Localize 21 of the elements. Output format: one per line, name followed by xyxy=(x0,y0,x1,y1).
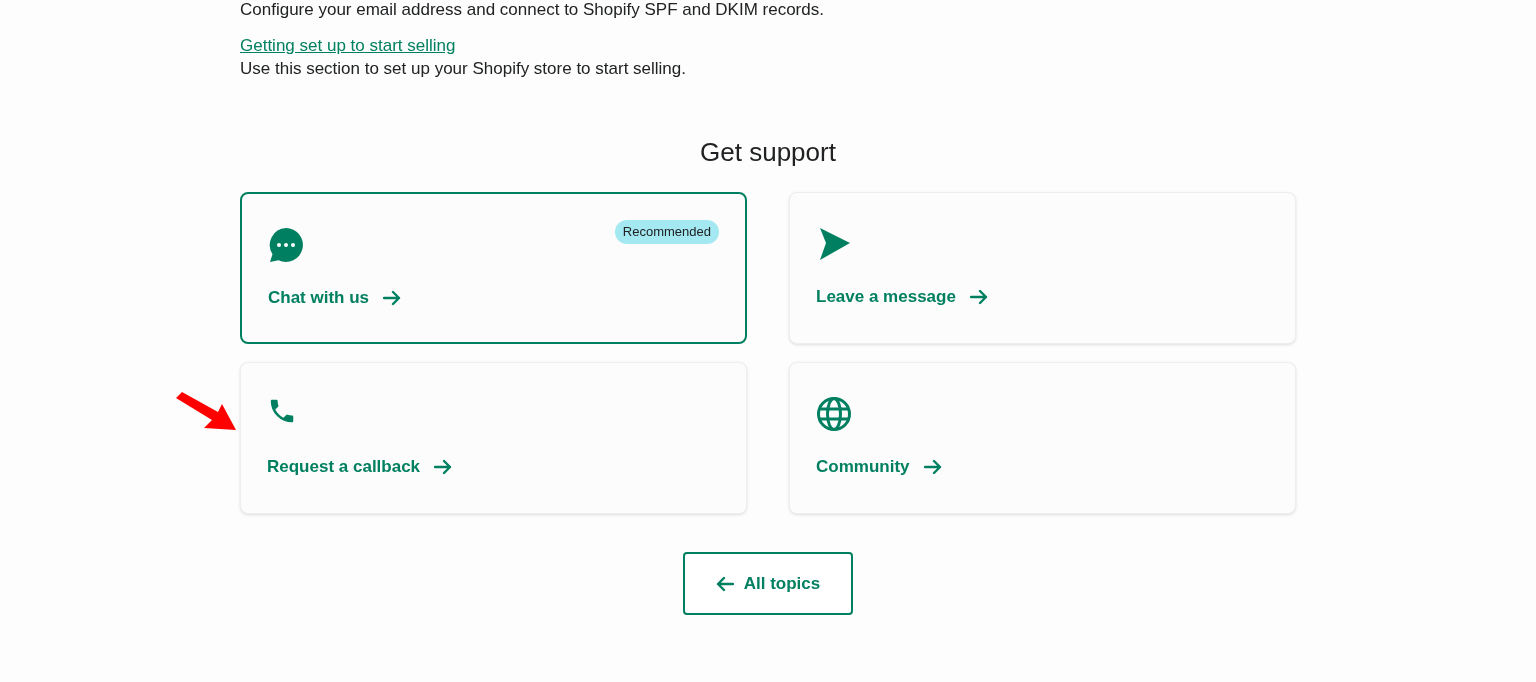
option-label: Request a callback xyxy=(267,456,421,478)
support-option-card[interactable]: Leave a message xyxy=(789,192,1296,344)
chat-bubble-icon xyxy=(268,227,304,263)
arrow-left-icon xyxy=(715,575,734,592)
recommended-badge: Recommended xyxy=(614,220,719,244)
intro-text: Configure your email address and connect to Shopify SPF and DKIM records. xyxy=(240,0,825,20)
option-label: Chat with us xyxy=(268,287,370,309)
arrow-right-icon xyxy=(434,458,453,475)
section-heading: Get support xyxy=(699,136,837,168)
option-label: Community xyxy=(816,456,910,478)
section-link[interactable]: Getting set up to start selling xyxy=(240,35,456,57)
support-option-card[interactable]: Community xyxy=(789,362,1296,514)
option-label: Leave a message xyxy=(816,286,956,308)
arrow-right-icon xyxy=(969,288,988,305)
all-topics-button[interactable]: All topics xyxy=(683,552,853,615)
arrow-right-icon xyxy=(383,289,402,306)
globe-icon xyxy=(816,396,852,432)
section-description: Use this section to set up your Shopify store to start selling. xyxy=(240,58,687,80)
support-option-card[interactable]: Request a callback xyxy=(240,362,747,514)
support-option-card[interactable]: Recommended Chat with us xyxy=(240,192,747,344)
arrow-right-icon xyxy=(923,458,942,475)
